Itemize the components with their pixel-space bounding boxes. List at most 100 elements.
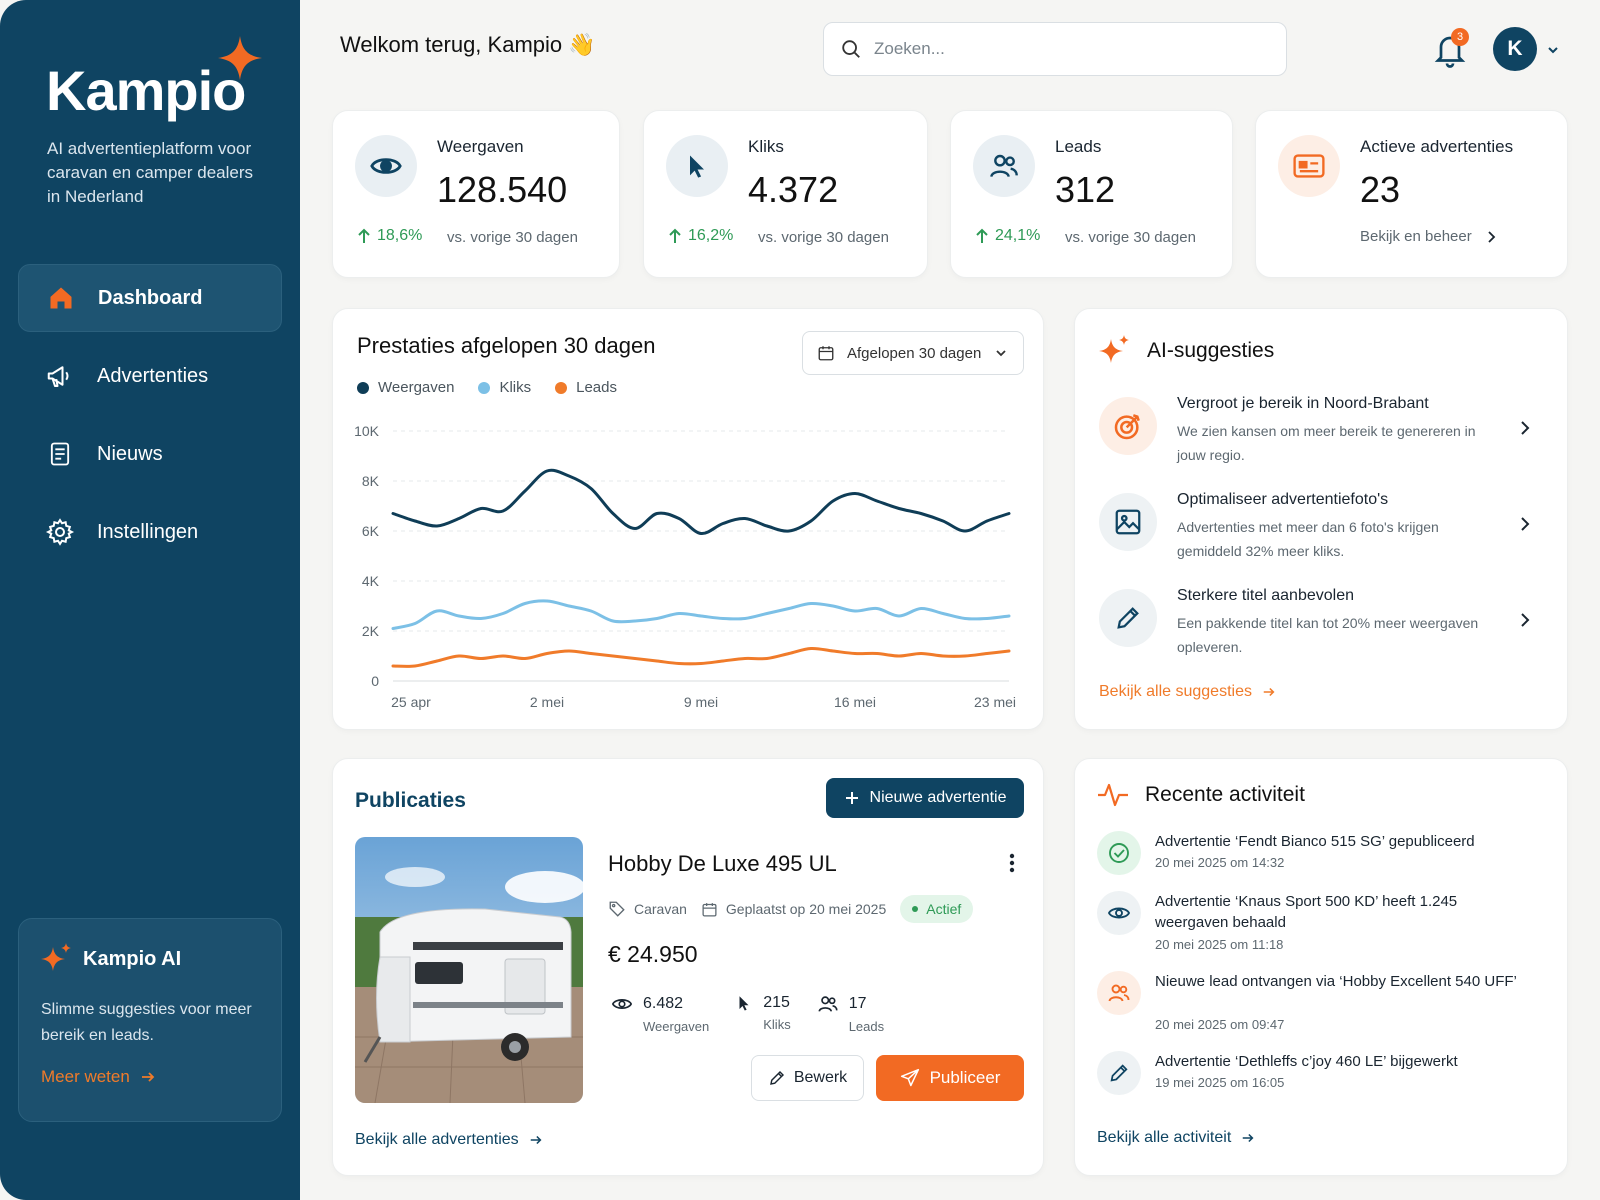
edit-button[interactable]: Bewerk	[751, 1055, 864, 1101]
all-activity-text: Bekijk alle activiteit	[1097, 1129, 1232, 1146]
all-suggestions-text: Bekijk alle suggesties	[1099, 683, 1252, 700]
eye-icon	[355, 135, 417, 197]
listing-stat-weergaven: 6.482 Weergaven	[611, 993, 709, 1034]
nav-label: Instellingen	[97, 520, 199, 543]
pencil-icon	[1097, 1051, 1141, 1095]
y-tick-label: 8K	[362, 473, 380, 489]
category-text: Caravan	[634, 901, 687, 917]
users-icon	[1097, 971, 1141, 1015]
users-icon	[973, 135, 1035, 197]
new-ad-button[interactable]: Nieuwe advertentie	[826, 778, 1024, 818]
status-text: Actief	[926, 901, 962, 917]
chevron-down-icon[interactable]	[1546, 43, 1560, 57]
activity-text: Advertentie ‘Knaus Sport 500 KD’ heeft 1…	[1155, 893, 1458, 931]
gear-icon	[45, 517, 75, 547]
stat-label: Leads	[848, 1019, 885, 1034]
chevron-right-icon	[1521, 421, 1530, 435]
series-line-leads	[391, 646, 1011, 668]
bekijk-en-beheer-link[interactable]: Bekijk en beheer	[1360, 228, 1496, 245]
stat-title: Kliks	[748, 137, 784, 156]
stat-card-leads: Leads 312 24,1% vs. vorige 30 dagen	[950, 110, 1233, 278]
x-tick-label: 25 apr	[391, 694, 431, 710]
stat-delta-value: 16,2%	[688, 227, 734, 244]
nav-item-instellingen[interactable]: Instellingen	[18, 498, 282, 566]
pencil-icon	[769, 1070, 784, 1085]
tag-icon	[609, 901, 625, 917]
chevron-right-icon	[1521, 613, 1530, 627]
listing-stat-leads: 17 Leads	[817, 993, 884, 1034]
ai-suggestions-title: AI-suggesties	[1099, 335, 1274, 367]
eye-icon	[1097, 891, 1141, 935]
stat-value: 23	[1360, 169, 1401, 210]
ai-promo-title: Kampio AI	[41, 943, 259, 975]
search-input[interactable]	[874, 39, 1234, 59]
suggestion-desc: Een pakkende titel kan tot 20% meer weer…	[1177, 615, 1479, 655]
logo-spark-icon	[218, 36, 262, 80]
placed-text: Geplaatst op 20 mei 2025	[725, 901, 887, 917]
y-tick-label: 0	[371, 673, 379, 689]
meer-weten-link[interactable]: Meer weten	[41, 1067, 259, 1087]
activity-text: Advertentie ‘Dethleffs c’joy 460 LE’ bij…	[1155, 1053, 1458, 1070]
publish-button[interactable]: Publiceer	[876, 1055, 1024, 1101]
nav-item-nieuws[interactable]: Nieuws	[18, 420, 282, 488]
recent-activity-card: Recente activiteit Advertentie ‘Fendt Bi…	[1074, 758, 1568, 1176]
nav-item-advertenties[interactable]: Advertenties	[18, 342, 282, 410]
ai-suggestions-title-text: AI-suggesties	[1147, 339, 1275, 362]
activity-time: 20 mei 2025 om 09:47	[1155, 1017, 1285, 1032]
sparkle-icon	[41, 943, 71, 971]
stat-title: Actieve advertenties	[1360, 137, 1514, 156]
all-activity-link[interactable]: Bekijk alle activiteit	[1097, 1129, 1255, 1147]
all-ads-text: Bekijk alle advertenties	[355, 1131, 519, 1148]
arrow-up-icon	[976, 228, 988, 243]
stat-delta: 18,6%	[357, 227, 422, 245]
image-icon	[1099, 493, 1157, 551]
series-line-kliks	[391, 599, 1011, 630]
nav-label: Dashboard	[98, 286, 203, 309]
stat-compare: vs. vorige 30 dagen	[447, 229, 578, 246]
suggestion-item[interactable]: Sterkere titel aanbevolen Een pakkende t…	[1099, 587, 1539, 667]
notification-badge: 3	[1451, 28, 1469, 46]
caravan-photo[interactable]	[355, 837, 583, 1103]
stat-card-kliks: Kliks 4.372 16,2% vs. vorige 30 dagen	[643, 110, 928, 278]
stat-title: Leads	[1055, 137, 1102, 156]
stat-card-actieve-advertenties: Actieve advertenties 23 Bekijk en beheer	[1255, 110, 1568, 278]
calendar-icon	[702, 902, 717, 917]
activity-text: Advertentie ‘Fendt Bianco 515 SG’ gepubl…	[1155, 833, 1475, 850]
listing-stat-kliks: 215 Kliks	[735, 993, 791, 1034]
suggestion-desc: Advertenties met meer dan 6 foto's krijg…	[1177, 519, 1439, 559]
ai-promo-text: Slimme suggesties voor meer bereik en le…	[41, 1001, 252, 1044]
chevron-right-icon	[1488, 230, 1496, 243]
megaphone-icon	[45, 361, 75, 391]
status-badge: Actief	[900, 895, 974, 923]
listing-title[interactable]: Hobby De Luxe 495 UL	[608, 851, 837, 877]
stat-delta: 24,1%	[975, 227, 1040, 245]
x-tick-label: 2 mei	[530, 694, 564, 710]
listing-stats: 6.482 Weergaven 215 Kliks 17 Leads	[611, 993, 910, 1034]
all-ads-link[interactable]: Bekijk alle advertenties	[355, 1131, 543, 1149]
main-nav: Dashboard Advertenties Nieuws Instelling…	[18, 264, 282, 576]
more-options-icon[interactable]	[1009, 853, 1015, 873]
y-tick-label: 10K	[354, 423, 380, 439]
y-tick-label: 2K	[362, 623, 380, 639]
arrow-up-icon	[669, 228, 681, 243]
logo-text[interactable]: Kampio	[46, 58, 246, 123]
suggestion-item[interactable]: Vergroot je bereik in Noord-Brabant We z…	[1099, 395, 1539, 475]
nav-item-dashboard[interactable]: Dashboard	[18, 264, 282, 332]
publish-label: Publiceer	[929, 1068, 1001, 1087]
stat-compare: vs. vorige 30 dagen	[1065, 229, 1196, 246]
stat-compare: vs. vorige 30 dagen	[758, 229, 889, 246]
stat-value: 215	[763, 994, 790, 1011]
stat-title: Weergaven	[437, 137, 524, 156]
suggestion-title: Sterkere titel aanbevolen	[1177, 587, 1354, 604]
stat-value: 4.372	[748, 169, 839, 210]
nav-label: Advertenties	[97, 364, 209, 387]
search-icon	[842, 40, 860, 58]
y-tick-label: 6K	[362, 523, 380, 539]
suggestion-item[interactable]: Optimaliseer advertentiefoto's Advertent…	[1099, 491, 1539, 571]
tagline: AI advertentieplatform voor caravan en c…	[47, 139, 254, 206]
avatar[interactable]: K	[1493, 27, 1537, 71]
users-icon	[818, 996, 838, 1012]
search-bar[interactable]	[823, 22, 1287, 76]
stat-label: Kliks	[763, 1017, 791, 1032]
all-suggestions-link[interactable]: Bekijk alle suggesties	[1099, 683, 1276, 701]
